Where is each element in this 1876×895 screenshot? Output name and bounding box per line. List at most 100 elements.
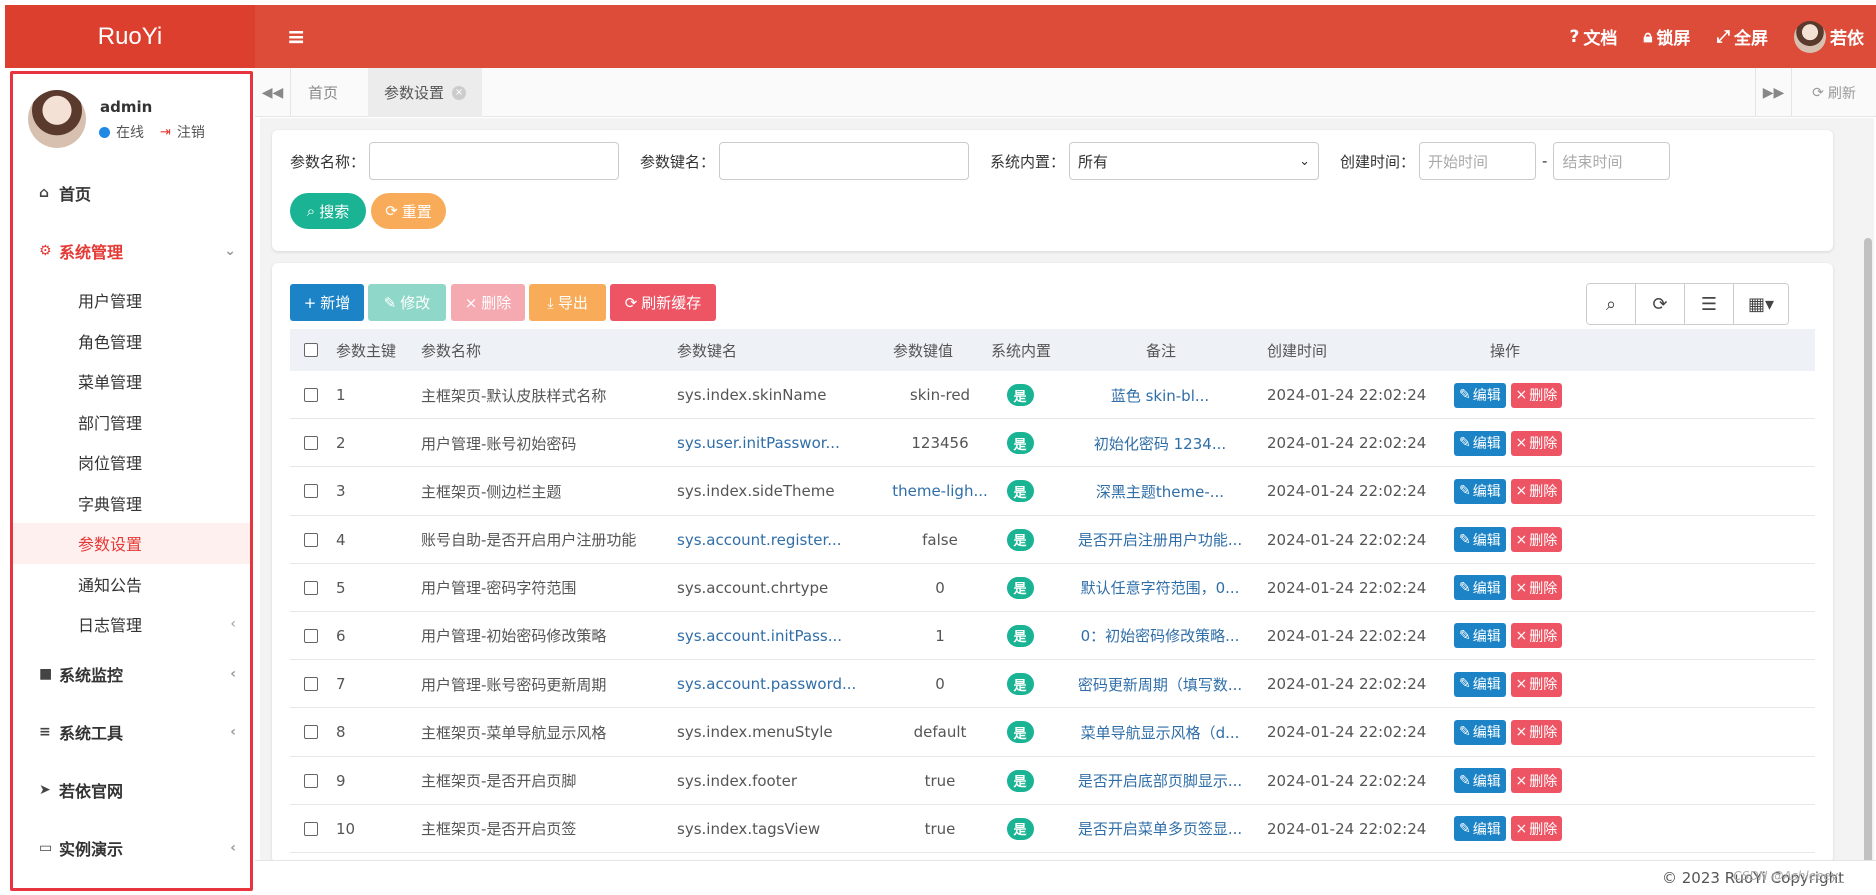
table-row[interactable]: 2 用户管理-账号初始密码 sys.user.initPasswor... 12345… <box>290 419 1815 468</box>
cell-remark[interactable]: 0：初始密码修改策略... <box>1070 612 1250 660</box>
row-delete-button[interactable]: × 删除 <box>1510 816 1563 842</box>
scrollbar[interactable] <box>1864 238 1872 878</box>
row-delete-button[interactable]: × 删除 <box>1510 527 1563 553</box>
docs-link[interactable]: ? 文档 <box>1569 24 1617 50</box>
search-button[interactable]: ⌕ 搜索 <box>290 193 366 229</box>
export-button[interactable]: ⤓ 导出 <box>529 284 606 321</box>
row-edit-button[interactable]: ✎ 编辑 <box>1454 768 1506 793</box>
tabs-scroll-left-icon[interactable]: ◀◀ <box>255 68 291 117</box>
reset-button[interactable]: ⟳ 重置 <box>371 193 446 229</box>
row-delete-button[interactable]: × 删除 <box>1510 575 1563 601</box>
table-row[interactable]: 6 用户管理-初始密码修改策略 sys.account.initPass... 1 是 0… <box>290 612 1815 661</box>
cell-remark[interactable]: 深黑主题theme-... <box>1070 467 1250 515</box>
table-row[interactable]: 1 主框架页-默认皮肤样式名称 sys.index.skinName skin-red… <box>290 371 1815 420</box>
row-edit-button[interactable]: ✎ 编辑 <box>1454 671 1506 697</box>
row-checkbox[interactable] <box>304 388 318 402</box>
refresh-cache-button[interactable]: ⟳ 刷新缓存 <box>610 284 716 321</box>
sidebar-item-notices[interactable]: 通知公告 <box>13 564 250 605</box>
row-checkbox[interactable] <box>304 436 318 451</box>
list-view-icon[interactable]: ☰ <box>1685 284 1734 324</box>
builtin-select[interactable]: 所有 ⌄ <box>1069 142 1320 180</box>
row-delete-button[interactable]: × 删除 <box>1510 768 1563 793</box>
table-row[interactable]: 8 主框架页-菜单导航显示风格 sys.index.menuStyle default… <box>290 708 1815 757</box>
sidebar-item-monitor[interactable]: ■ 系统监控 ‹ <box>13 645 250 703</box>
edit-button[interactable]: ✎ 修改 <box>368 284 446 321</box>
col-id[interactable]: 参数主键 <box>336 329 396 371</box>
row-edit-button[interactable]: ✎ 编辑 <box>1454 382 1506 408</box>
delete-button[interactable]: × 删除 <box>451 284 525 321</box>
search-toggle-icon[interactable]: ⌕ <box>1587 284 1636 324</box>
sidebar-item-menus[interactable]: 菜单管理 <box>13 361 250 402</box>
table-row[interactable]: 9 主框架页-是否开启页脚 sys.index.footer true 是是否开启底部页… <box>290 757 1815 805</box>
col-created[interactable]: 创建时间 <box>1267 329 1327 371</box>
refresh-icon[interactable]: ⟳ <box>1636 284 1685 324</box>
param-name-input[interactable] <box>369 142 620 180</box>
hamburger-menu-icon[interactable]: ≡ <box>287 25 305 50</box>
table-row[interactable]: 7 用户管理-账号密码更新周期 sys.account.password... 0 是密… <box>290 660 1815 709</box>
row-delete-button[interactable]: × 删除 <box>1510 719 1563 745</box>
logout-icon[interactable]: ⇥ <box>160 125 171 140</box>
row-edit-button[interactable]: ✎ 编辑 <box>1454 623 1506 649</box>
tab-params[interactable]: 参数设置 × <box>368 68 483 117</box>
sidebar-item-dicts[interactable]: 字典管理 <box>13 483 250 524</box>
row-checkbox[interactable] <box>304 677 318 692</box>
cell-remark[interactable]: 是否开启菜单多页签显... <box>1070 805 1250 853</box>
cell-key[interactable]: sys.account.password... <box>677 660 856 708</box>
cell-key[interactable]: sys.account.initPass... <box>677 612 842 660</box>
row-checkbox[interactable] <box>304 725 318 740</box>
columns-icon[interactable]: ▦▾ <box>1734 284 1788 324</box>
sidebar-item-logs[interactable]: 日志管理 ‹ <box>13 604 250 645</box>
row-delete-button[interactable]: × 删除 <box>1510 623 1563 649</box>
table-row[interactable]: 4 账号自助-是否开启用户注册功能 sys.account.register... f… <box>290 516 1815 564</box>
row-edit-button[interactable]: ✎ 编辑 <box>1454 575 1506 601</box>
row-checkbox[interactable] <box>304 628 318 643</box>
col-remark[interactable]: 备注 <box>1146 329 1176 371</box>
col-builtin[interactable]: 系统内置 <box>991 329 1051 371</box>
row-checkbox[interactable] <box>304 773 318 788</box>
row-delete-button[interactable]: × 删除 <box>1510 430 1563 456</box>
row-checkbox[interactable] <box>304 484 318 499</box>
lock-screen-link[interactable]: 🔒︎ 锁屏 <box>1643 24 1690 50</box>
select-all-checkbox[interactable] <box>304 329 318 371</box>
row-checkbox[interactable] <box>304 821 318 836</box>
close-icon[interactable]: × <box>452 85 467 100</box>
sidebar-item-home[interactable]: ⌂ 首页 <box>13 164 250 222</box>
row-checkbox[interactable] <box>304 532 318 547</box>
add-button[interactable]: + 新增 <box>290 284 364 321</box>
sidebar-item-users[interactable]: 用户管理 <box>13 280 250 321</box>
logout-link[interactable]: 注销 <box>177 122 205 142</box>
cell-key[interactable]: sys.user.initPasswor... <box>677 419 840 467</box>
sidebar-item-posts[interactable]: 岗位管理 <box>13 442 250 483</box>
cell-remark[interactable]: 默认任意字符范围，0... <box>1070 564 1250 612</box>
cell-remark[interactable]: 初始化密码 1234... <box>1070 419 1250 467</box>
col-key[interactable]: 参数键名 <box>677 329 737 371</box>
end-time-input[interactable]: 结束时间 <box>1553 142 1671 180</box>
app-logo[interactable]: RuoYi <box>5 5 255 68</box>
sidebar-item-params[interactable]: 参数设置 <box>13 523 250 564</box>
table-row[interactable]: 5 用户管理-密码字符范围 sys.account.chrtype 0 是默认任意字符范… <box>290 564 1815 612</box>
sidebar-item-demo[interactable]: ▭ 实例演示 ‹ <box>13 819 250 877</box>
user-menu[interactable]: 若依 <box>1794 20 1864 53</box>
sidebar-item-tools[interactable]: ≡ 系统工具 ‹ <box>13 703 250 761</box>
fullscreen-link[interactable]: ⤢ 全屏 <box>1716 24 1768 50</box>
cell-remark[interactable]: 蓝色 skin-bl... <box>1070 371 1250 419</box>
cell-remark[interactable]: 密码更新周期（填写数... <box>1070 660 1250 708</box>
row-checkbox[interactable] <box>304 580 318 595</box>
cell-remark[interactable]: 是否开启注册用户功能... <box>1070 516 1250 564</box>
cell-remark[interactable]: 是否开启底部页脚显示... <box>1070 757 1250 805</box>
sidebar-item-site[interactable]: ➤ 若依官网 <box>13 761 250 819</box>
row-edit-button[interactable]: ✎ 编辑 <box>1454 527 1506 553</box>
sidebar-item-system[interactable]: ⚙ 系统管理 ⌄ <box>13 222 250 280</box>
sidebar-item-depts[interactable]: 部门管理 <box>13 402 250 443</box>
tabs-scroll-right-icon[interactable]: ▶▶ <box>1755 68 1791 117</box>
cell-remark[interactable]: 菜单导航显示风格（d... <box>1070 708 1250 756</box>
sidebar-item-roles[interactable]: 角色管理 <box>13 321 250 362</box>
col-value[interactable]: 参数键值 <box>893 329 953 371</box>
row-delete-button[interactable]: × 删除 <box>1510 382 1563 408</box>
start-time-input[interactable]: 开始时间 <box>1419 142 1537 180</box>
table-row[interactable]: 3 主框架页-侧边栏主题 sys.index.sideTheme theme-ligh… <box>290 467 1815 516</box>
col-name[interactable]: 参数名称 <box>421 329 481 371</box>
row-delete-button[interactable]: × 删除 <box>1510 671 1563 697</box>
table-row[interactable]: 10 主框架页-是否开启页签 sys.index.tagsView true 是是否开启… <box>290 805 1815 853</box>
row-delete-button[interactable]: × 删除 <box>1510 478 1563 504</box>
